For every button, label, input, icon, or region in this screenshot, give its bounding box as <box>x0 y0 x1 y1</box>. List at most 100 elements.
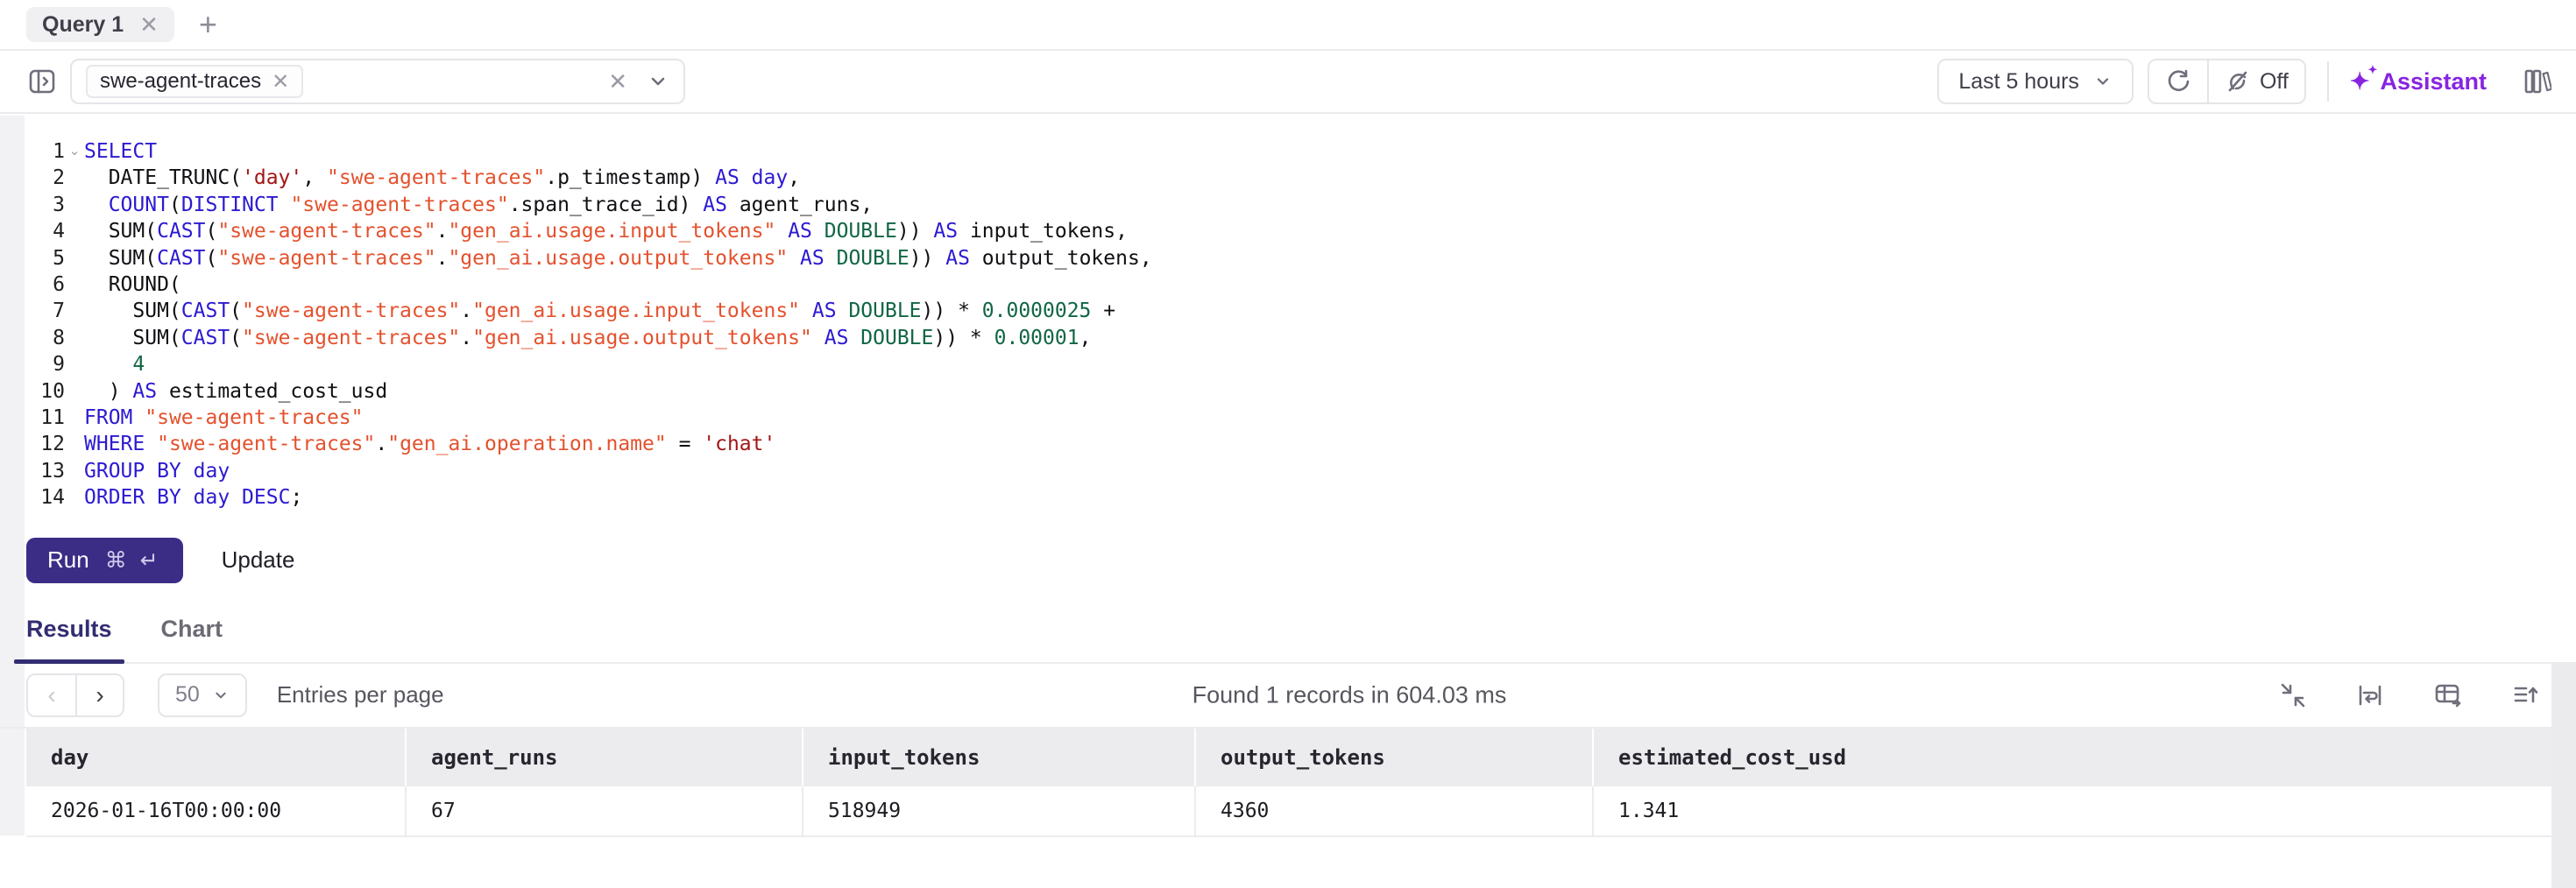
query-toolbar: swe-agent-traces ✕ ✕ Last 5 hours <box>0 51 2576 114</box>
code-line[interactable]: 4 SUM(CAST("swe-agent-traces"."gen_ai.us… <box>25 218 2576 244</box>
next-page-button[interactable]: › <box>75 675 123 715</box>
code-line[interactable]: 1⌄SELECT <box>25 138 2576 165</box>
panel-toggle-icon[interactable] <box>25 64 60 99</box>
query-tab-bar: Query 1 ✕ + <box>0 0 2576 51</box>
tab-query-1-label: Query 1 <box>42 12 124 38</box>
column-header-output_tokens[interactable]: output_tokens <box>1196 729 1594 786</box>
code-line[interactable]: 3 COUNT(DISTINCT "swe-agent-traces".span… <box>25 192 2576 218</box>
run-button[interactable]: Run ⌘ ↵ <box>26 538 183 583</box>
sql-editor[interactable]: 1⌄SELECT2 DATE_TRUNC('day', "swe-agent-t… <box>0 114 2576 534</box>
source-chip-remove-icon[interactable]: ✕ <box>272 69 289 95</box>
page-size-select[interactable]: 50 <box>158 673 247 717</box>
table-cell: 2026-01-16T00:00:00 <box>26 786 407 835</box>
line-number: 2 <box>25 165 65 191</box>
line-number: 8 <box>25 325 65 351</box>
table-cell: 4360 <box>1196 786 1594 835</box>
sort-rows-icon <box>2511 680 2541 710</box>
page-size-value: 50 <box>175 682 200 708</box>
table-cell: 67 <box>407 786 803 835</box>
assistant-button[interactable]: ✦ Assistant <box>2350 68 2487 95</box>
expand-columns-button[interactable] <box>2432 680 2464 711</box>
code-line[interactable]: 6 ROUND( <box>25 271 2576 298</box>
line-number: 3 <box>25 192 65 218</box>
tab-query-1[interactable]: Query 1 ✕ <box>26 7 174 42</box>
code-line[interactable]: 13GROUP BY day <box>25 458 2576 484</box>
add-query-tab-icon[interactable]: + <box>199 9 217 40</box>
refresh-button[interactable] <box>2149 60 2207 102</box>
time-range-button[interactable]: Last 5 hours <box>1937 59 2134 104</box>
toolbar-divider <box>2327 61 2329 102</box>
code-text: SUM(CAST("swe-agent-traces"."gen_ai.usag… <box>84 325 1091 351</box>
prev-page-button[interactable]: ‹ <box>28 675 75 715</box>
source-chip[interactable]: swe-agent-traces ✕ <box>86 65 303 98</box>
results-status: Found 1 records in 604.03 ms <box>1070 681 1507 708</box>
sparkle-icon: ✦ <box>2350 68 2370 95</box>
code-line[interactable]: 9 4 <box>25 351 2576 377</box>
table-cell: 1.341 <box>1594 786 2551 835</box>
line-number: 1 <box>25 138 65 165</box>
code-text: COUNT(DISTINCT "swe-agent-traces".span_t… <box>84 192 873 218</box>
code-text: GROUP BY day <box>84 458 230 484</box>
fold-spacer <box>65 245 84 271</box>
line-number: 14 <box>25 484 65 511</box>
fold-spacer <box>65 218 84 244</box>
fold-chevron-icon[interactable]: ⌄ <box>65 138 84 165</box>
assistant-label: Assistant <box>2380 68 2487 95</box>
select-clear-icon[interactable]: ✕ <box>608 68 627 95</box>
fold-spacer <box>65 431 84 457</box>
collapse-icon <box>2278 680 2308 710</box>
library-button[interactable] <box>2522 67 2551 96</box>
line-number: 10 <box>25 378 65 405</box>
time-range-chevron-icon <box>2093 72 2112 91</box>
sort-button[interactable] <box>2511 680 2541 710</box>
fold-spacer <box>65 192 84 218</box>
wrap-text-icon <box>2355 680 2385 710</box>
code-text: SUM(CAST("swe-agent-traces"."gen_ai.usag… <box>84 245 1152 271</box>
results-table: dayagent_runsinput_tokensoutput_tokenses… <box>26 729 2551 837</box>
line-number: 4 <box>25 218 65 244</box>
code-line[interactable]: 7 SUM(CAST("swe-agent-traces"."gen_ai.us… <box>25 298 2576 324</box>
source-chip-label: swe-agent-traces <box>100 69 261 94</box>
code-text: SELECT <box>84 138 157 165</box>
line-number: 9 <box>25 351 65 377</box>
results-toolbar: ‹ › 50 Entries per page Found 1 records … <box>0 664 2576 729</box>
tab-chart[interactable]: Chart <box>161 616 223 662</box>
fold-spacer <box>65 165 84 191</box>
source-select[interactable]: swe-agent-traces ✕ ✕ <box>70 59 685 104</box>
line-number: 6 <box>25 271 65 298</box>
code-text: ) AS estimated_cost_usd <box>84 378 387 405</box>
live-toggle-button[interactable]: Off <box>2207 60 2304 102</box>
live-toggle-label: Off <box>2260 69 2289 95</box>
code-line[interactable]: 14ORDER BY day DESC; <box>25 484 2576 511</box>
live-off-icon <box>2225 68 2251 95</box>
column-header-day[interactable]: day <box>26 729 407 786</box>
wrap-text-button[interactable] <box>2355 680 2385 710</box>
select-chevron-down-icon[interactable] <box>647 70 669 93</box>
code-text: WHERE "swe-agent-traces"."gen_ai.operati… <box>84 431 775 457</box>
table-body: 2026-01-16T00:00:006751894943601.341 <box>26 786 2551 837</box>
table-cell: 518949 <box>803 786 1196 835</box>
fold-spacer <box>65 405 84 431</box>
code-line[interactable]: 2 DATE_TRUNC('day', "swe-agent-traces".p… <box>25 165 2576 191</box>
code-line[interactable]: 12WHERE "swe-agent-traces"."gen_ai.opera… <box>25 431 2576 457</box>
code-line[interactable]: 10 ) AS estimated_cost_usd <box>25 378 2576 405</box>
code-text: SUM(CAST("swe-agent-traces"."gen_ai.usag… <box>84 218 1128 244</box>
column-header-input_tokens[interactable]: input_tokens <box>803 729 1196 786</box>
tab-close-icon[interactable]: ✕ <box>139 11 159 39</box>
column-header-estimated_cost_usd[interactable]: estimated_cost_usd <box>1594 729 2551 786</box>
column-header-agent_runs[interactable]: agent_runs <box>407 729 803 786</box>
collapse-rows-button[interactable] <box>2278 680 2308 710</box>
code-line[interactable]: 11FROM "swe-agent-traces" <box>25 405 2576 431</box>
code-line[interactable]: 5 SUM(CAST("swe-agent-traces"."gen_ai.us… <box>25 245 2576 271</box>
tab-results[interactable]: Results <box>26 616 112 662</box>
fold-spacer <box>65 458 84 484</box>
fold-spacer <box>65 484 84 511</box>
fold-spacer <box>65 298 84 324</box>
line-number: 5 <box>25 245 65 271</box>
refresh-live-group: Off <box>2148 59 2306 104</box>
table-row[interactable]: 2026-01-16T00:00:006751894943601.341 <box>26 786 2551 837</box>
update-button[interactable]: Update <box>222 546 295 574</box>
code-line[interactable]: 8 SUM(CAST("swe-agent-traces"."gen_ai.us… <box>25 325 2576 351</box>
time-range-label: Last 5 hours <box>1958 69 2079 95</box>
code-text: DATE_TRUNC('day', "swe-agent-traces".p_t… <box>84 165 800 191</box>
